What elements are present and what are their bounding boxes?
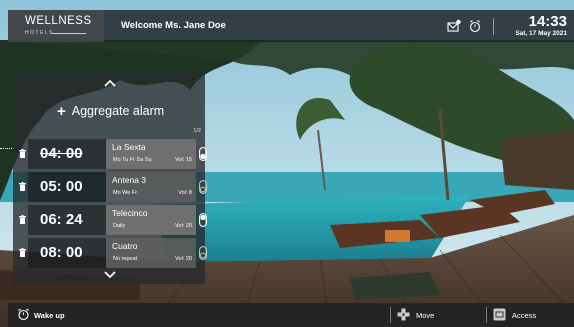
alarm-time[interactable]: 06: 24: [28, 205, 106, 235]
access-label: Access: [512, 311, 537, 320]
alarm-row[interactable]: 08: 00 Cuatro No repeat Vol: 20: [13, 238, 207, 268]
alarm-time-text: 06: 24: [40, 211, 83, 228]
alarm-days: Mo We Fr: [113, 190, 138, 196]
trash-icon[interactable]: [19, 248, 26, 257]
alarm-time[interactable]: 08: 00: [28, 238, 106, 268]
dotted-connector: [0, 148, 14, 149]
wake-up-label: Wake up: [34, 311, 65, 320]
trash-icon[interactable]: [19, 215, 26, 224]
alarm-details[interactable]: Cuatro No repeat Vol: 20: [106, 238, 196, 268]
alarm-volume: Vol: 15: [175, 157, 192, 163]
trash-icon[interactable]: [19, 182, 26, 191]
scroll-down-arrow-icon[interactable]: [104, 271, 116, 279]
alarm-time[interactable]: 04: 00: [28, 139, 106, 169]
footer-divider: [486, 307, 487, 323]
alarm-time-text: 08: 00: [40, 244, 83, 261]
alarm-row[interactable]: 05: 00 Antena 3 Mo We Fr Vol: 8: [13, 172, 207, 202]
top-bar: WELLNESS HOTELS Welcome Ms. Jane Doe 14:…: [8, 10, 574, 42]
alarm-details[interactable]: Antena 3 Mo We Fr Vol: 8: [106, 172, 196, 202]
clock-time: 14:33: [528, 13, 567, 30]
toggle-on-icon[interactable]: [199, 147, 207, 161]
move-label: Move: [416, 311, 435, 320]
alarm-days: Mo Tu Fr Sa Su: [113, 157, 152, 163]
message-icon[interactable]: [447, 19, 461, 33]
aggregate-alarm-label: Aggregate alarm: [71, 104, 165, 118]
alarm-station: Antena 3: [112, 175, 147, 185]
alarm-days: No repeat: [113, 256, 138, 262]
page-indicator: 1/2: [193, 128, 201, 134]
access-ok-button-icon: [493, 308, 506, 321]
logo-underline: [52, 33, 86, 34]
logo-subtext: HOTELS: [25, 30, 55, 36]
scroll-up-arrow-icon[interactable]: [104, 79, 116, 87]
alarm-station: La Sexta: [112, 142, 146, 152]
alarm-details[interactable]: Telecinco Daily Vol: 20: [106, 205, 196, 235]
toggle-off-icon[interactable]: [199, 246, 207, 260]
alarm-volume: Vol: 20: [175, 223, 192, 229]
welcome-message: Welcome Ms. Jane Doe: [121, 20, 226, 31]
alarm-time[interactable]: 05: 00: [28, 172, 106, 202]
alarm-clock-icon[interactable]: [468, 19, 482, 33]
toggle-on-icon[interactable]: [199, 213, 207, 227]
wake-up-alarm-icon: [18, 308, 29, 321]
alarm-row[interactable]: 04: 00 La Sexta Mo Tu Fr Sa Su Vol: 15: [13, 139, 207, 169]
bottom-bar: Wake up Move Access: [8, 303, 574, 327]
alarm-panel: + Aggregate alarm 1/2 04: 00 La Sexta Mo …: [13, 75, 207, 284]
alarm-volume: Vol: 20: [175, 256, 192, 262]
footer-divider: [390, 307, 391, 323]
aggregate-alarm-button[interactable]: + Aggregate alarm: [57, 103, 164, 120]
trash-icon[interactable]: [19, 149, 26, 158]
hotel-logo: WELLNESS HOTELS: [8, 10, 104, 42]
alarm-row[interactable]: 06: 24 Telecinco Daily Vol: 20: [13, 205, 207, 235]
alarm-station: Telecinco: [112, 208, 148, 218]
alarm-details[interactable]: La Sexta Mo Tu Fr Sa Su Vol: 15: [106, 139, 196, 169]
alarm-time-text: 05: 00: [40, 178, 83, 195]
alarm-days: Daily: [113, 223, 126, 229]
logo-text: WELLNESS: [25, 15, 92, 27]
alarm-volume: Vol: 8: [178, 190, 192, 196]
plus-icon: +: [57, 103, 66, 120]
alarm-time-text: 04: 00: [40, 145, 83, 162]
header-divider: [493, 18, 494, 35]
toggle-off-icon[interactable]: [199, 180, 207, 194]
alarm-station: Cuatro: [112, 241, 138, 251]
move-dpad-icon: [397, 308, 410, 321]
clock-date: Sat, 17 May 2021: [515, 30, 567, 37]
